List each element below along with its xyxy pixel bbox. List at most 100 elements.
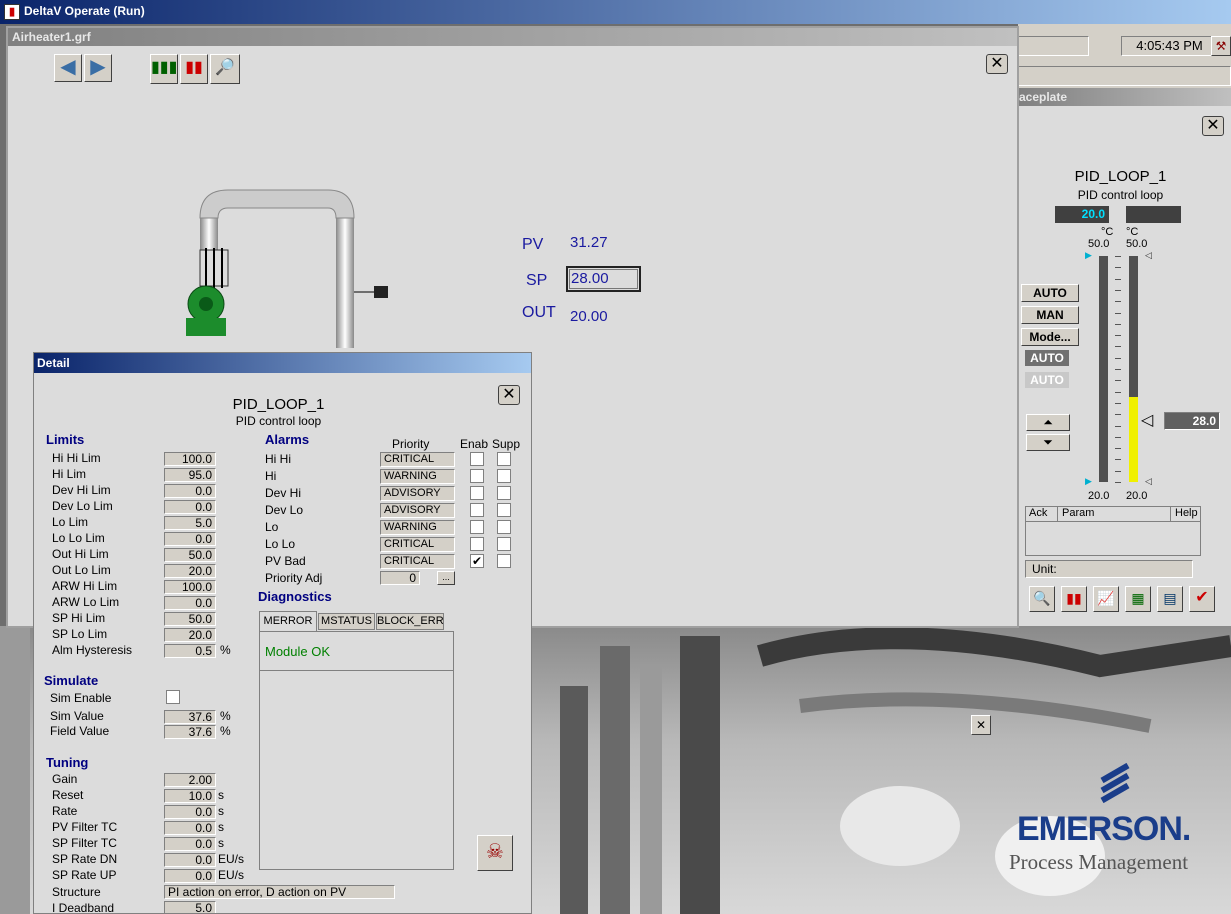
limit-label: Hi Hi Lim [52, 451, 101, 465]
scale-ticks [1111, 256, 1125, 483]
limit-label: Lo Lim [52, 515, 89, 529]
tuning-label: Rate [52, 804, 78, 818]
scale-tick [1115, 459, 1121, 461]
sim-enable-checkbox[interactable] [166, 690, 180, 704]
sp-input[interactable]: 28.00 [566, 266, 641, 292]
graphic-close-icon[interactable]: ✕ [986, 54, 1008, 74]
limit-field[interactable]: 0.5 [164, 644, 216, 658]
simulate-header: Simulate [44, 673, 99, 688]
alarm-suppress-checkbox[interactable] [497, 486, 511, 500]
tool-icon[interactable]: ⚒ [1211, 36, 1231, 56]
chart-icon[interactable]: ▤ [1157, 586, 1183, 612]
alarm-suppress-checkbox[interactable] [497, 520, 511, 534]
faceplate-close-icon[interactable]: ✕ [1202, 116, 1224, 136]
module-icon[interactable]: ▮▮ [1061, 586, 1087, 612]
small-close-icon[interactable]: ✕ [971, 715, 991, 735]
alarm-enable-checkbox[interactable] [470, 452, 484, 466]
mode-button[interactable]: Mode... [1021, 328, 1079, 346]
alarm-suppress-checkbox[interactable] [497, 503, 511, 517]
ack-check-icon[interactable]: ✔ [1189, 586, 1215, 612]
module-toolbar-icon[interactable]: ▮▮ [180, 54, 208, 84]
limit-field[interactable]: 100.0 [164, 452, 216, 466]
scale-tick [1115, 312, 1121, 314]
alarm-priority[interactable]: CRITICAL [380, 452, 455, 467]
limit-field[interactable]: 5.0 [164, 516, 216, 530]
sim-value-field[interactable]: 37.6 [164, 710, 216, 724]
sp-pointer-icon[interactable]: ◁ [1141, 410, 1153, 430]
tuning-field[interactable]: 0.0 [164, 853, 216, 867]
limit-field[interactable]: 20.0 [164, 564, 216, 578]
alarm-suppress-checkbox[interactable] [497, 537, 511, 551]
tuning-field[interactable]: 10.0 [164, 789, 216, 803]
alarm-priority[interactable]: CRITICAL [380, 537, 455, 552]
back-arrow-icon[interactable]: ◀ [54, 54, 82, 82]
tab-merror[interactable]: MERROR [259, 611, 317, 631]
alarm-priority[interactable]: WARNING [380, 520, 455, 535]
alarm-suppress-checkbox[interactable] [497, 554, 511, 568]
limit-field[interactable]: 0.0 [164, 500, 216, 514]
detail-toolbar-icon[interactable]: 🔎 [210, 54, 240, 84]
alarm-suppress-checkbox[interactable] [497, 452, 511, 466]
alarm-suppress-checkbox[interactable] [497, 469, 511, 483]
limit-label: Lo Lo Lim [52, 531, 105, 545]
tab-block-err[interactable]: BLOCK_ERR [376, 613, 444, 630]
limit-field[interactable]: 0.0 [164, 596, 216, 610]
sp-marker-top-left-icon: ▶ [1085, 250, 1092, 260]
sp-marker-bottom-right-icon: ◁ [1145, 476, 1152, 486]
priority-adj-field[interactable]: 0 [380, 571, 420, 585]
alarm-priority[interactable]: WARNING [380, 469, 455, 484]
tab-mstatus[interactable]: MSTATUS [318, 613, 375, 630]
alarm-list[interactable]: Ack Param Help [1025, 506, 1201, 556]
alarm-enable-checkbox[interactable] [470, 469, 484, 483]
faceplate-sp-box[interactable]: 28.0 [1164, 412, 1220, 430]
emerson-globe-icon [1100, 762, 1130, 804]
trend-icon[interactable]: 📈 [1093, 586, 1119, 612]
alarm-enable-checkbox[interactable] [470, 537, 484, 551]
alarm-enable-checkbox[interactable] [470, 503, 484, 517]
alarm-enable-checkbox[interactable] [470, 486, 484, 500]
tuning-field[interactable]: 2.00 [164, 773, 216, 787]
diagnostic-icon[interactable]: ▦ [1125, 586, 1151, 612]
alarm-enable-checkbox[interactable]: ✔ [470, 554, 484, 568]
tuning-field[interactable]: 0.0 [164, 805, 216, 819]
limit-field[interactable]: 50.0 [164, 612, 216, 626]
detail-icon[interactable]: 🔍 [1029, 586, 1055, 612]
tuning-field[interactable]: 0.0 [164, 837, 216, 851]
limit-field[interactable]: 100.0 [164, 580, 216, 594]
alarm-enable-checkbox[interactable] [470, 520, 484, 534]
alarm-priority[interactable]: ADVISORY [380, 486, 455, 501]
pv-label: PV [522, 236, 544, 253]
priority-adj-button[interactable]: ... [437, 571, 455, 585]
tuning-field[interactable]: 0.0 [164, 869, 216, 883]
sim-enable-label: Sim Enable [50, 691, 112, 705]
sim-value-label: Sim Value [50, 709, 104, 723]
tuning-field[interactable]: 0.0 [164, 821, 216, 835]
limit-field[interactable]: 0.0 [164, 484, 216, 498]
alarm-priority[interactable]: CRITICAL [380, 554, 455, 569]
limit-field[interactable]: 50.0 [164, 548, 216, 562]
sp-marker-top-right-icon: ◁ [1145, 250, 1152, 260]
auto-button[interactable]: AUTO [1021, 284, 1079, 302]
structure-field[interactable]: PI action on error, D action on PV [164, 885, 395, 899]
tuning-label: SP Rate UP [52, 868, 117, 882]
limit-field[interactable]: 20.0 [164, 628, 216, 642]
forward-arrow-icon[interactable]: ▶ [84, 54, 112, 82]
faceplate-toolbar-icon[interactable]: ▮▮▮ [150, 54, 178, 84]
maintenance-icon[interactable]: ☠ [477, 835, 513, 871]
unit-right: °C [1126, 226, 1139, 238]
limit-field[interactable]: 0.0 [164, 532, 216, 546]
hi-left: 50.0 [1088, 238, 1110, 250]
man-button[interactable]: MAN [1021, 306, 1079, 324]
raise-button[interactable]: ⏶ [1026, 414, 1070, 431]
detail-desc: PID control loop [235, 414, 322, 428]
tuning-unit: s [218, 820, 224, 834]
scale-tick [1115, 256, 1121, 257]
lower-button[interactable]: ⏷ [1026, 434, 1070, 451]
alarm-priority[interactable]: ADVISORY [380, 503, 455, 518]
faceplate-pv-box: 20.0 [1055, 206, 1109, 223]
limit-field[interactable]: 95.0 [164, 468, 216, 482]
alarm-label: PV Bad [265, 554, 306, 568]
tuning-unit: s [218, 804, 224, 818]
detail-title-bar: Detail [34, 353, 531, 373]
deadband-field[interactable]: 5.0 [164, 901, 216, 913]
